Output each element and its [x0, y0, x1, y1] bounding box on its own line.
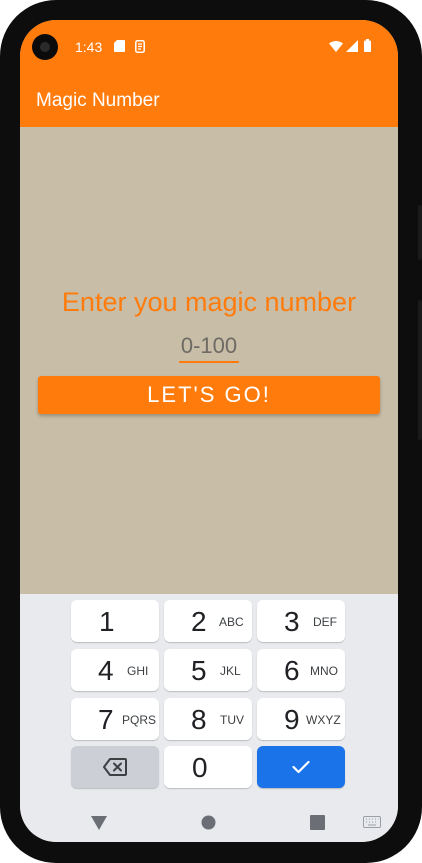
key-digit: 6	[284, 655, 300, 686]
done-key[interactable]	[257, 746, 345, 788]
key-0[interactable]: 0	[164, 746, 252, 788]
screen: 1:43 Magic Number Enter you magic number…	[20, 20, 398, 842]
key-9[interactable]: 9 WXYZ	[257, 698, 345, 740]
back-triangle-icon[interactable]	[91, 816, 107, 830]
key-7[interactable]: 7 PQRS	[71, 698, 159, 740]
key-letters: DEF	[313, 615, 337, 629]
key-letters: TUV	[220, 713, 244, 727]
wifi-icon	[329, 41, 343, 52]
recents-square-icon[interactable]	[310, 815, 325, 830]
key-5[interactable]: 5 JKL	[164, 649, 252, 691]
backspace-key[interactable]	[71, 746, 159, 788]
main-content: Enter you magic number LET'S GO!	[20, 127, 398, 594]
lets-go-button[interactable]: LET'S GO!	[38, 376, 380, 414]
home-circle-icon[interactable]	[201, 815, 216, 830]
key-letters: WXYZ	[306, 713, 341, 727]
key-3[interactable]: 3 DEF	[257, 600, 345, 642]
key-1[interactable]: 1	[71, 600, 159, 642]
power-button	[418, 205, 422, 260]
key-digit: 1	[99, 606, 115, 637]
sd-card-icon	[114, 40, 125, 52]
key-digit: 3	[284, 606, 300, 637]
key-letters: GHI	[127, 664, 149, 678]
sim-icon	[135, 40, 145, 53]
key-digit: 5	[191, 655, 207, 686]
app-bar: Magic Number	[20, 73, 398, 127]
key-letters: MNO	[310, 664, 338, 678]
status-time: 1:43	[75, 39, 103, 55]
app-title: Magic Number	[36, 90, 160, 111]
check-icon	[292, 760, 310, 774]
key-6[interactable]: 6 MNO	[257, 649, 345, 691]
phone-frame: 1:43 Magic Number Enter you magic number…	[0, 0, 422, 863]
key-2[interactable]: 2 ABC	[164, 600, 252, 642]
key-digit: 7	[98, 704, 114, 735]
volume-rocker	[418, 300, 422, 440]
navigation-bar	[20, 804, 398, 842]
camera-cutout	[32, 34, 58, 60]
key-8[interactable]: 8 TUV	[164, 698, 252, 740]
key-digit: 8	[191, 704, 207, 735]
backspace-icon	[103, 758, 127, 776]
battery-icon	[364, 39, 371, 52]
key-letters: PQRS	[122, 713, 157, 727]
keyboard-switch-icon[interactable]	[363, 816, 381, 828]
prompt-text: Enter you magic number	[61, 287, 357, 317]
key-digit: 2	[191, 606, 207, 637]
status-bar: 1:43	[20, 20, 398, 73]
key-4[interactable]: 4 GHI	[71, 649, 159, 691]
key-digit: 0	[192, 752, 208, 783]
signal-icon	[346, 40, 358, 52]
numeric-keyboard: 1 2 ABC 3 DEF 4 GHI 5 JKL 6 MNO 7 PQRS 8…	[20, 594, 398, 804]
key-letters: ABC	[219, 615, 244, 629]
magic-number-input[interactable]	[179, 331, 239, 363]
key-letters: JKL	[220, 664, 241, 678]
key-digit: 4	[98, 655, 114, 686]
key-digit: 9	[284, 704, 300, 735]
